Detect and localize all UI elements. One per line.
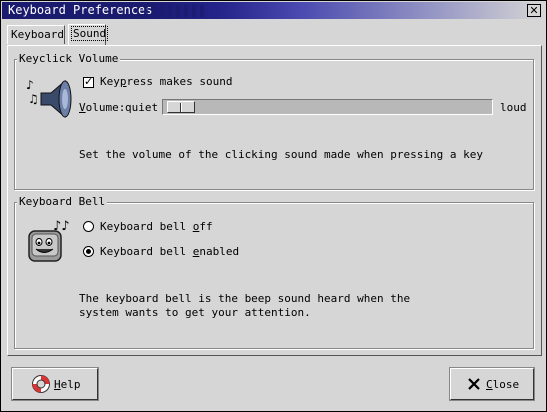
x-icon bbox=[468, 378, 480, 390]
volume-slider-thumb[interactable] bbox=[167, 101, 195, 113]
bell-enabled-radio[interactable] bbox=[83, 246, 94, 257]
volume-slider[interactable] bbox=[162, 99, 493, 115]
close-button-label: Close bbox=[486, 378, 520, 391]
bell-description-line-1: The keyboard bell is the beep sound hear… bbox=[79, 292, 411, 305]
keypress-sound-checkbox[interactable] bbox=[83, 75, 94, 88]
bell-enabled-label[interactable]: Keyboard bell enabled bbox=[100, 245, 239, 258]
keyboard-preferences-window: Keyboard Preferences ✕ Keyboard Sound Ke… bbox=[0, 0, 547, 412]
tab-keyboard[interactable]: Keyboard bbox=[7, 25, 65, 44]
window-close-button[interactable]: ✕ bbox=[527, 4, 541, 17]
window-title: Keyboard Preferences bbox=[8, 3, 153, 17]
svg-text:♪: ♪ bbox=[26, 78, 34, 92]
tab-sound[interactable]: Sound bbox=[68, 24, 109, 45]
help-button-label: Help bbox=[54, 378, 81, 391]
keypress-sound-label[interactable]: Keypress makes sound bbox=[100, 75, 232, 88]
speaker-icon: ♪ ♫ bbox=[26, 78, 72, 119]
keyclick-description: Set the volume of the clicking sound mad… bbox=[79, 148, 483, 161]
svg-text:♫: ♫ bbox=[28, 92, 39, 106]
bell-off-label[interactable]: Keyboard bell off bbox=[100, 220, 213, 233]
volume-label: Volume: bbox=[79, 101, 126, 114]
bell-description-line-2: system wants to get your attention. bbox=[79, 306, 311, 319]
keyclick-volume-heading: Keyclick Volume bbox=[17, 52, 121, 65]
close-button[interactable]: Close bbox=[449, 367, 535, 401]
keyboard-bell-heading: Keyboard Bell bbox=[17, 195, 108, 208]
lifebuoy-icon bbox=[32, 375, 50, 393]
bell-face-icon: ♪♪ bbox=[28, 219, 70, 262]
titlebar-pattern bbox=[144, 5, 204, 17]
bell-off-radio[interactable] bbox=[83, 221, 94, 232]
help-button[interactable]: Help bbox=[11, 367, 99, 401]
title-bar[interactable]: Keyboard Preferences ✕ bbox=[2, 2, 545, 19]
close-icon: ✕ bbox=[529, 4, 539, 17]
volume-quiet-label: quiet bbox=[125, 101, 159, 114]
volume-loud-label: loud bbox=[500, 101, 527, 114]
